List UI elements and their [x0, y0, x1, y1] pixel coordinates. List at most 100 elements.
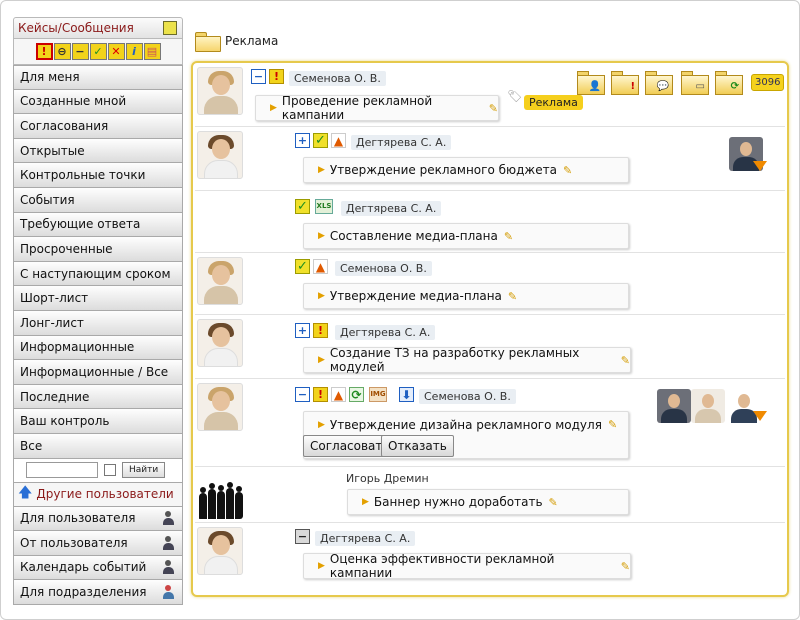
dropdown-arrow-icon[interactable]: [753, 411, 767, 421]
collapse-icon[interactable]: −: [251, 69, 266, 84]
edit-icon[interactable]: ✎: [489, 102, 498, 115]
sidebar-item-all[interactable]: Все: [13, 433, 183, 459]
task-title-box[interactable]: ▶ Создание ТЗ на разработку рекламных мод…: [303, 346, 631, 374]
user-icon: [162, 511, 174, 526]
sidebar-item-created-by-me[interactable]: Созданные мной: [13, 89, 183, 115]
sidebar-item-from-user[interactable]: От пользователя: [13, 531, 183, 556]
no-entry-icon[interactable]: ⊖: [53, 43, 71, 60]
sidebar-item-informational-all[interactable]: Информационные / Все: [13, 360, 183, 385]
user-name[interactable]: Дегтярева С. А.: [341, 201, 442, 216]
sidebar-item-longlist[interactable]: Лонг-лист: [13, 310, 183, 336]
sidebar-item-open[interactable]: Открытые: [13, 138, 183, 164]
sidebar-item-events[interactable]: События: [13, 187, 183, 213]
filter-toolbar: ! ⊖ − ✓ ✕ i ▤: [13, 39, 183, 65]
task-title-box[interactable]: ▶ Утверждение медиа-плана ✎: [303, 283, 629, 309]
avatar: [197, 131, 243, 179]
task-title-box[interactable]: ▶ Проведение рекламной кампании ✎: [255, 94, 499, 122]
xls-file-icon[interactable]: XLS: [315, 199, 333, 214]
arrow-up-icon: 🡅: [18, 485, 33, 501]
participant-avatar[interactable]: [657, 389, 691, 423]
user-name[interactable]: Семенова О. В.: [289, 71, 386, 86]
reject-button[interactable]: Отказать: [381, 435, 454, 457]
sidebar-item-needs-reply[interactable]: Требующие ответа: [13, 212, 183, 238]
sidebar-item-recent[interactable]: Последние: [13, 384, 183, 410]
task-title-box[interactable]: ▶ Утверждение рекламного бюджета ✎: [303, 157, 629, 183]
avatar: [197, 67, 243, 115]
folder-user-icon[interactable]: 👤: [577, 71, 605, 95]
edit-icon[interactable]: ✎: [504, 230, 513, 243]
sidebar-item-for-user[interactable]: Для пользователя: [13, 506, 183, 532]
user-name[interactable]: Дегтярева С. А.: [315, 531, 416, 546]
user-name[interactable]: Семенова О. В.: [419, 389, 516, 404]
sidebar-item-label: Для подразделения: [20, 585, 147, 600]
task-row: + ✓ ▲ Дегтярева С. А. ▶ Утверждение рекла…: [195, 127, 785, 191]
folder-alert-icon[interactable]: !: [611, 71, 639, 95]
download-icon[interactable]: ⬇: [399, 387, 414, 402]
sidebar-item-label: Просроченные: [20, 241, 113, 256]
sidebar-item-informational[interactable]: Информационные: [13, 335, 183, 361]
task-title: Утверждение рекламного бюджета: [329, 163, 557, 177]
user-name[interactable]: Дегтярева С. А.: [351, 135, 452, 150]
folder-comment-icon[interactable]: 💬: [645, 71, 673, 95]
check-icon: ✓: [313, 133, 328, 148]
search-button[interactable]: Найти: [122, 462, 166, 478]
edit-icon[interactable]: ✎: [549, 496, 558, 509]
task-title: Составление медиа-плана: [329, 229, 498, 243]
other-users-header[interactable]: 🡅 Другие пользователи: [13, 482, 183, 507]
check-icon: ✓: [295, 259, 310, 274]
arrow-icon: ▶: [318, 420, 325, 430]
task-title: Баннер нужно доработать: [373, 495, 543, 509]
sidebar-item-overdue[interactable]: Просроченные: [13, 237, 183, 262]
arrow-icon: ▶: [318, 291, 325, 301]
search-input[interactable]: [26, 462, 98, 478]
category-tag[interactable]: Реклама: [524, 95, 583, 110]
sidebar-item-label: Информационные: [20, 340, 135, 355]
edit-icon[interactable]: ✎: [508, 290, 517, 303]
expand-icon[interactable]: +: [295, 133, 310, 148]
task-title-box[interactable]: ▶ Оценка эффективности рекламной кампании…: [303, 552, 631, 580]
edit-icon[interactable]: ✎: [621, 560, 630, 573]
task-title-box[interactable]: ▶ Составление медиа-плана ✎: [303, 223, 629, 249]
sidebar-item-event-calendar[interactable]: Календарь событий: [13, 555, 183, 581]
expand-icon[interactable]: +: [295, 323, 310, 338]
collapse-icon[interactable]: −: [295, 387, 310, 402]
minus-icon[interactable]: −: [71, 43, 89, 60]
edit-icon[interactable]: ✎: [621, 354, 630, 367]
search-checkbox[interactable]: [104, 464, 116, 476]
sidebar-item-label: С наступающим сроком: [20, 266, 171, 281]
check-icon[interactable]: ✓: [89, 43, 107, 60]
sidebar-item-label: Для меня: [20, 70, 80, 85]
folder-document-icon[interactable]: ▭: [681, 71, 709, 95]
participant-avatar[interactable]: [691, 389, 725, 423]
user-name[interactable]: Дегтярева С. А.: [335, 325, 436, 340]
task-title-box[interactable]: ▶ Баннер нужно доработать ✎: [347, 489, 629, 515]
sidebar-item-approvals[interactable]: Согласования: [13, 114, 183, 139]
edit-icon[interactable]: ✎: [563, 164, 572, 177]
cross-icon[interactable]: ✕: [107, 43, 125, 60]
info-icon[interactable]: i: [125, 43, 143, 60]
sidebar-item-upcoming[interactable]: С наступающим сроком: [13, 261, 183, 287]
sidebar-item-label: Ваш контроль: [20, 414, 110, 429]
dropdown-arrow-icon[interactable]: [753, 161, 767, 171]
user-name[interactable]: Игорь Дремин: [341, 471, 434, 486]
user-name[interactable]: Семенова О. В.: [335, 261, 432, 276]
task-row: − ! Семенова О. В. ▶ Проведение рекламной…: [195, 63, 785, 127]
sync-icon[interactable]: ⟳: [349, 387, 364, 402]
sidebar-item-for-me[interactable]: Для меня: [13, 65, 183, 90]
sidebar-item-label: Календарь событий: [20, 560, 147, 575]
collapse-icon[interactable]: −: [295, 529, 310, 544]
notebook-icon[interactable]: [163, 21, 177, 35]
folder-sync-icon[interactable]: ⟳: [715, 71, 743, 95]
folder-icon[interactable]: ▤: [143, 43, 161, 60]
edit-icon[interactable]: ✎: [608, 418, 617, 431]
image-file-icon[interactable]: IMG: [369, 387, 387, 402]
arrow-icon: ▶: [270, 103, 277, 113]
breadcrumb-label[interactable]: Реклама: [225, 34, 278, 48]
exclamation-icon[interactable]: !: [35, 43, 53, 60]
sidebar-item-your-control[interactable]: Ваш контроль: [13, 409, 183, 434]
sidebar-item-label: Контрольные точки: [20, 168, 146, 183]
sidebar-item-checkpoints[interactable]: Контрольные точки: [13, 163, 183, 188]
sidebar-item-label: Все: [20, 438, 43, 453]
sidebar-item-for-department[interactable]: Для подразделения: [13, 580, 183, 605]
sidebar-item-shortlist[interactable]: Шорт-лист: [13, 286, 183, 311]
